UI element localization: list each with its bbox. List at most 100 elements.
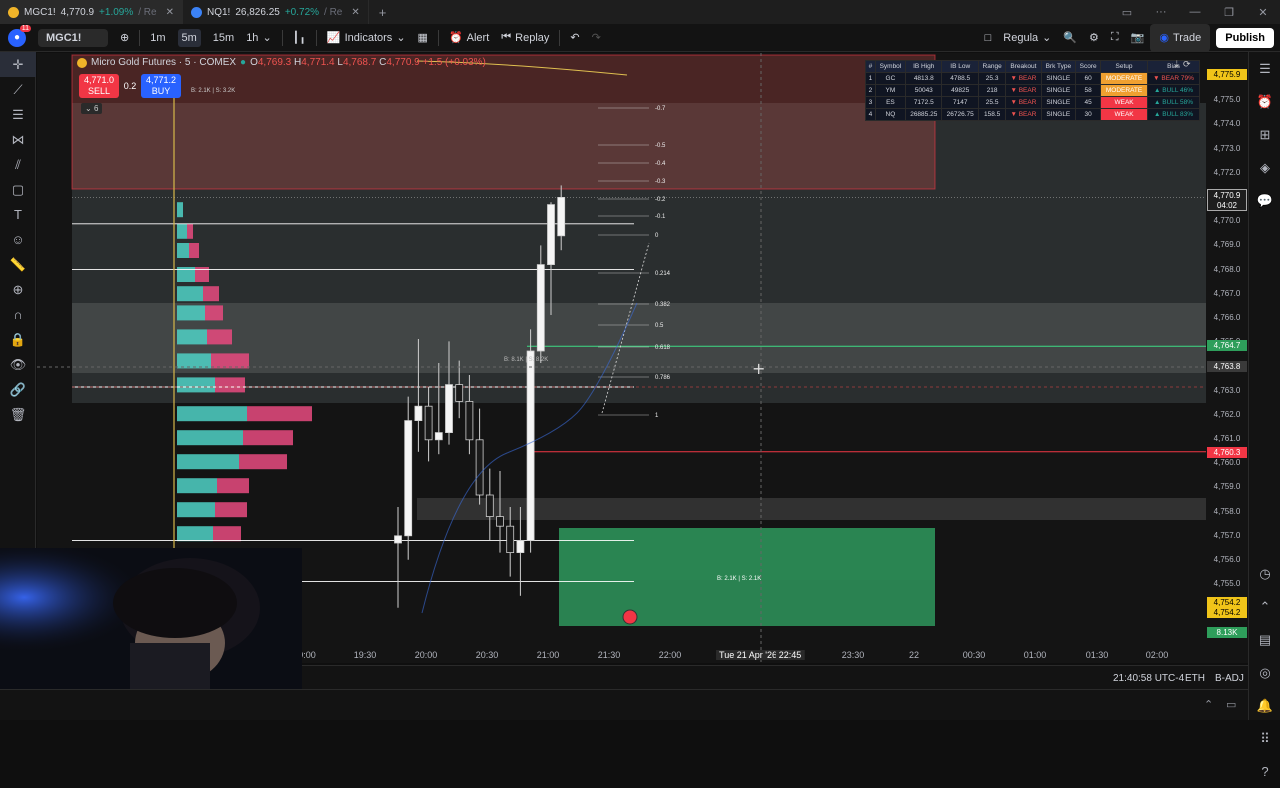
trade-button[interactable]: ◉ Trade: [1150, 23, 1211, 52]
trash-icon[interactable]: 🗑: [0, 402, 36, 427]
camera-icon[interactable]: 📷: [1125, 24, 1151, 52]
table-cell: 4813.8: [905, 72, 943, 85]
help-icon[interactable]: ?: [1249, 755, 1280, 788]
session-toggle[interactable]: ETH: [1185, 673, 1205, 684]
table-cell: 26885.25: [905, 108, 943, 121]
redo-icon[interactable]: ↷: [586, 24, 607, 52]
interval-1m[interactable]: 1m: [144, 24, 171, 52]
close-icon[interactable]: ✕: [351, 7, 359, 18]
compare-icon[interactable]: ⊕: [114, 24, 135, 52]
screen-icon[interactable]: ▭: [1110, 6, 1144, 19]
maximize-panel-icon[interactable]: ▭: [1226, 698, 1236, 711]
trend-line-icon[interactable]: ⟋: [0, 77, 36, 102]
symbol-input[interactable]: MGC1!: [38, 28, 108, 47]
tab-mgc[interactable]: MGC1! 4,770.9 +1.09% / Re ✕: [0, 0, 183, 24]
profile-buy-bar: [177, 243, 189, 258]
zoom-icon[interactable]: ⊕: [0, 277, 36, 302]
profile-sell-bar: [211, 353, 249, 369]
table-header: Symbol: [874, 60, 907, 73]
alert-button[interactable]: ⏰ Alert: [443, 24, 495, 52]
eye-icon[interactable]: 👁: [0, 352, 36, 377]
fib-icon[interactable]: ☰: [0, 102, 36, 127]
fib-label: 0.214: [655, 271, 671, 277]
ideas-icon[interactable]: ⌃: [1249, 590, 1280, 623]
candle-body: [526, 350, 535, 542]
layout-button[interactable]: Regula ⌄: [997, 24, 1057, 52]
scroll-to-latest-icon[interactable]: ⇣ ⟳: [1173, 59, 1191, 70]
tab-nq[interactable]: NQ1! 26,826.25 +0.72% / Re ✕: [182, 0, 369, 24]
candle-type-icon[interactable]: ┃╻: [287, 24, 312, 52]
zone-label-mid: B: 8.1K | S: 8.2K: [504, 357, 548, 363]
zone-label-green: B: 2.1K | S: 2.1K: [717, 576, 761, 582]
crosshair-icon[interactable]: ✛: [0, 52, 36, 77]
table-header: Range: [977, 60, 1007, 73]
chevron-down-icon[interactable]: ⌄: [262, 31, 271, 44]
price-tick: 4,774.0: [1213, 119, 1241, 129]
new-tab-button[interactable]: +: [369, 5, 397, 20]
interval-5m[interactable]: 5m: [172, 24, 207, 52]
notifications-icon[interactable]: 🔔: [1249, 689, 1280, 722]
indicators-button[interactable]: 📈 Indicators ⌄: [321, 24, 412, 52]
undo-icon[interactable]: ↶: [564, 24, 585, 52]
close-icon[interactable]: ✕: [166, 7, 174, 18]
more-icon[interactable]: ···: [1144, 6, 1178, 18]
emoji-icon[interactable]: ☺: [0, 227, 36, 252]
profile-sell-bar: [215, 502, 247, 518]
publish-button[interactable]: Publish: [1216, 27, 1274, 48]
alerts-clock-icon[interactable]: ⏰: [1249, 85, 1280, 118]
candle-body: [496, 516, 504, 527]
projection-icon[interactable]: ⫽: [0, 152, 36, 177]
price-tick: 4,770.0: [1213, 216, 1241, 226]
layout-square-icon[interactable]: □: [979, 24, 998, 52]
sell-button[interactable]: 4,771.0 SELL: [79, 74, 119, 98]
broadcast-icon[interactable]: ◎: [1249, 656, 1280, 689]
ohlc-values: O4,769.3 H4,771.4 L4,768.7 C4,770.9 +1.5…: [250, 57, 486, 68]
shape-icon[interactable]: ▢: [0, 177, 36, 202]
profile-buy-bar: [177, 305, 205, 321]
candle-body: [475, 439, 484, 496]
templates-icon[interactable]: ▦: [412, 24, 434, 52]
interval-1h[interactable]: 1h ⌄: [240, 24, 277, 52]
calendar-icon[interactable]: ▤: [1249, 623, 1280, 656]
lock-icon[interactable]: 🔒: [0, 327, 36, 352]
adjustment-toggle[interactable]: B-ADJ: [1215, 673, 1244, 684]
text-icon[interactable]: T: [0, 202, 36, 227]
time-tick: 22: [908, 650, 920, 660]
chat-icon[interactable]: 💬: [1249, 184, 1280, 217]
time-tick: 23:30: [841, 650, 865, 660]
tab-price: 26,826.25: [235, 6, 280, 18]
interval-15m[interactable]: 15m: [207, 24, 240, 52]
replay-marker-icon[interactable]: [622, 609, 638, 625]
clock-icon[interactable]: ◷: [1249, 557, 1280, 590]
buy-button[interactable]: 4,771.2 BUY: [141, 74, 181, 98]
minimize-icon[interactable]: —: [1178, 6, 1212, 18]
link-icon[interactable]: 🔗: [0, 377, 36, 402]
profile-buy-bar: [177, 430, 243, 446]
collapse-indicators-button[interactable]: ⌄ 6: [81, 103, 103, 114]
apps-icon[interactable]: ⠿: [1249, 722, 1280, 755]
gear-icon[interactable]: ⚙: [1083, 24, 1105, 52]
maximize-icon[interactable]: ❐: [1212, 6, 1246, 19]
table-cell: NQ: [874, 108, 907, 121]
avatar[interactable]: ● 11: [8, 24, 31, 47]
candle-body: [557, 196, 566, 237]
table-cell: SINGLE: [1040, 108, 1077, 121]
pattern-icon[interactable]: ⋈: [0, 127, 36, 152]
sell-price: 4,771.0: [83, 75, 115, 85]
fullscreen-icon[interactable]: ⛶: [1105, 24, 1125, 52]
price-axis[interactable]: 4,776.04,775.04,774.04,773.04,772.04,771…: [1206, 53, 1248, 638]
search-icon[interactable]: 🔍: [1057, 24, 1083, 52]
symbol-search[interactable]: MGC1!: [32, 24, 114, 52]
price-tick: 4,762.0: [1213, 409, 1241, 419]
clock[interactable]: 21:40:58 UTC-4: [1113, 673, 1184, 684]
replay-button[interactable]: ⏮ Replay: [495, 24, 555, 52]
layers-icon[interactable]: ◈: [1249, 151, 1280, 184]
window-close-icon[interactable]: ✕: [1246, 6, 1280, 19]
ruler-icon[interactable]: 📏: [0, 252, 36, 277]
table-row: 2 YM 50043 49825 218 ▼ BEAR SINGLE 58 MODERATE ▲ …: [865, 84, 1200, 97]
data-window-icon[interactable]: ⊞: [1249, 118, 1280, 151]
watchlist-icon[interactable]: ☰: [1249, 52, 1280, 85]
chevron-up-icon[interactable]: ⌃: [1204, 698, 1213, 711]
magnet-icon[interactable]: ∩: [0, 302, 36, 327]
price-tag-red: 4,760.3: [1207, 447, 1247, 458]
